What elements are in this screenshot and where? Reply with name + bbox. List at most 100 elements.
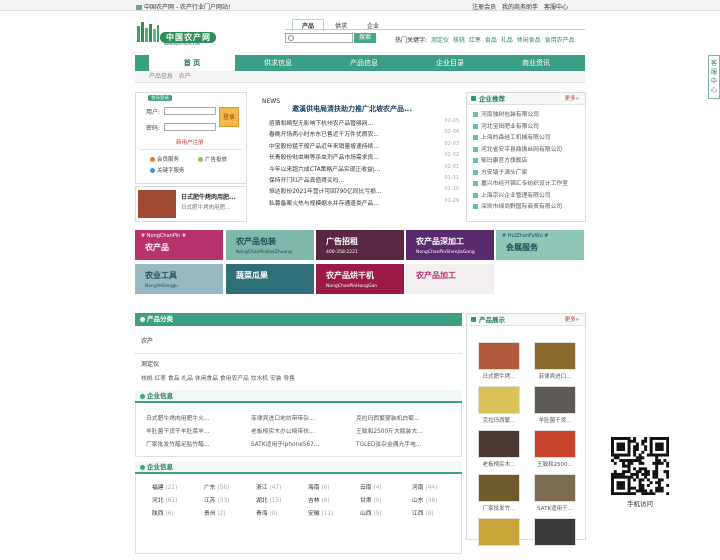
company-info-item[interactable]: 菲律宾进口地坊带带杂... — [251, 413, 315, 422]
product-card[interactable]: 羊肚菌干货... — [531, 386, 579, 428]
recommend-item[interactable]: 河北省安平县鼎振丝网有限公司 — [473, 144, 585, 156]
recommend-item[interactable]: 嘉兴市经开锦汇专纺织设计工作室 — [473, 178, 585, 190]
product-card[interactable]: 日式肥牛烤... — [475, 342, 523, 384]
hot-keyword[interactable]: 休闲食品 — [517, 37, 541, 44]
product-card[interactable]: 老板椅实木... — [475, 430, 523, 472]
region-item[interactable]: 江西 (9) — [412, 508, 434, 517]
recommend-item[interactable]: 河南独树包装有限公司 — [473, 109, 585, 121]
company-info-item[interactable]: 王致和2500斤大瓶装大... — [356, 426, 423, 435]
category-tile[interactable]: 农产品加工 — [406, 264, 494, 294]
region-item[interactable]: 浙江 (47) — [256, 482, 281, 491]
category-link[interactable]: 食品 — [168, 376, 180, 382]
featured-ad[interactable]: 日式肥牛烤肉用肥... 日式肥牛烤肉用肥... — [135, 186, 247, 222]
region-item[interactable]: 青海 (0) — [256, 508, 278, 517]
company-info-item[interactable]: 老板椅实木办公椅带扶... — [251, 426, 315, 435]
category-tile[interactable]: 广告招租 400-358-2221 — [316, 230, 404, 260]
news-headline[interactable]: 邀溪供电局清扶助力推广北坡农产品... — [292, 104, 412, 114]
search-input[interactable] — [285, 33, 353, 43]
region-item[interactable]: 云南 (4) — [360, 482, 382, 491]
company-info-item[interactable]: SATK适用于iphone567... — [251, 439, 319, 448]
news-item[interactable]: 今年以来超六成CTA策略产品实现正收益|... 02-01 — [269, 163, 459, 175]
product-card[interactable] — [475, 518, 523, 560]
category-tile[interactable]: 蔬菜瓜果 — [226, 264, 314, 294]
register-link[interactable]: 新用户注册 — [176, 138, 204, 146]
region-item[interactable]: 安徽 (11) — [308, 508, 333, 517]
product-card[interactable]: 王致和2500... — [531, 430, 579, 472]
recommend-item[interactable]: 上海的森硅工机械有限公司 — [473, 132, 585, 144]
category-link[interactable]: 食用农产品 — [220, 376, 249, 382]
nav-home[interactable]: 首 页 — [149, 54, 235, 72]
news-item[interactable]: 痘猜和畸型无影响下杭州农产品管够网... 02-05 — [269, 118, 459, 129]
news-item[interactable]: 保持开门红产品真值得买吗... 01-31 — [269, 174, 459, 186]
category-link[interactable]: 礼品 — [181, 376, 193, 382]
region-item[interactable]: 江苏 (33) — [204, 495, 229, 504]
company-info-item[interactable]: 克拉玛西繁婴装机白菊... — [356, 413, 420, 422]
region-item[interactable]: 贵州 (2) — [204, 508, 226, 517]
product-card[interactable] — [531, 518, 579, 560]
region-item[interactable]: 福建 (21) — [152, 482, 177, 491]
category-link[interactable]: 导售 — [283, 376, 295, 382]
ad-service-link[interactable]: 广告投放 — [198, 155, 227, 163]
news-item[interactable]: 春晚开场两小时东东已售近千万件优质农... 02-04 — [269, 129, 459, 140]
region-item[interactable]: 陕西 (6) — [152, 508, 174, 517]
category-link[interactable]: 安装 — [270, 376, 282, 382]
news-item[interactable]: 长青股份吡虫啉等杀虫剂产品市场需求良... 02-02 — [269, 152, 459, 163]
category-link[interactable]: 休闲食品 — [195, 376, 218, 382]
category-sub[interactable]: 测定仪 — [135, 354, 462, 368]
category-tile[interactable]: 农业工具 NongYeGongJu — [135, 264, 223, 294]
nav-products[interactable]: 产品信息 — [321, 55, 407, 71]
nav-supply[interactable]: 供求信息 — [235, 55, 321, 71]
category-link[interactable]: 核桃 — [141, 376, 153, 382]
more-link[interactable]: 更多» — [565, 314, 579, 326]
site-logo[interactable]: 中国农产网 www.agricchina.com — [136, 20, 218, 46]
hot-keyword[interactable]: 食品 — [485, 37, 497, 44]
company-info-item[interactable]: TGLED弦杂金偶光手电... — [356, 439, 422, 448]
product-card[interactable]: 厂家批发竹... — [475, 474, 523, 516]
category-tile[interactable]: 农产品烘干机 NongChanPinHongGan — [316, 264, 404, 294]
hot-keyword[interactable]: 食用农产品 — [545, 37, 575, 44]
more-link[interactable]: 更多» — [565, 93, 579, 105]
keyword-service-link[interactable]: 关键字服务 — [150, 166, 185, 174]
category-link[interactable]: 饮水机 — [251, 376, 268, 382]
region-item[interactable]: 海南 (0) — [308, 482, 330, 491]
region-item[interactable]: 河南 (44) — [412, 482, 437, 491]
news-item[interactable]: 恒达股份2021年营计可回790亿同比亏损... 01-30 — [269, 186, 459, 197]
region-item[interactable]: 吉林 (6) — [308, 495, 330, 504]
hot-keyword[interactable]: 核桃 — [453, 37, 465, 44]
news-item[interactable]: 中宝股份猛干般产品近年来销量增速持续... 02-03 — [269, 140, 459, 152]
recommend-item[interactable]: 方安镇子源头厂家 — [473, 167, 585, 179]
region-item[interactable]: 河北 (61) — [152, 495, 177, 504]
hot-keyword[interactable]: 测定仪 — [431, 37, 449, 44]
my-assistant-link[interactable]: 我的商务助手 — [502, 4, 538, 11]
category-tile[interactable]: # NongChanPin # 农产品 — [135, 230, 223, 260]
search-button[interactable]: 搜索 — [354, 33, 376, 43]
region-item[interactable]: 湖北 (15) — [256, 495, 281, 504]
category-top[interactable]: 农产 — [135, 326, 462, 354]
recommend-item[interactable]: 深圳市绿尚野国际商贸有限公司 — [473, 201, 585, 213]
register-link[interactable]: 注册会员 — [472, 4, 496, 11]
product-card[interactable]: SATK适用于... — [531, 474, 579, 516]
home-icon[interactable] — [136, 5, 142, 10]
product-card[interactable]: 菲律宾进口... — [531, 342, 579, 384]
nav-companies[interactable]: 企业目录 — [407, 55, 493, 71]
news-item[interactable]: 私募备案火热与规模缩水并存通道类产品... 01-29 — [269, 197, 459, 209]
category-tile[interactable]: # HuiZhanFuWu # 会展服务 — [496, 230, 584, 260]
nav-news[interactable]: 商业资讯 — [493, 55, 579, 71]
customer-service-tab[interactable]: 客服中心 — [708, 55, 720, 99]
region-item[interactable]: 甘肃 (0) — [360, 495, 382, 504]
recommend-item[interactable]: 郁玛康官方旗舰店 — [473, 155, 585, 167]
company-info-item[interactable]: 日式肥牛烤肉用肥牛火... — [146, 413, 210, 422]
company-info-item[interactable]: 厂家批发竹醋足贴竹醋... — [146, 439, 210, 448]
service-center-link[interactable]: 客服中心 — [544, 4, 568, 11]
member-service-link[interactable]: 会员服务 — [150, 155, 179, 163]
recommend-item[interactable]: 河北宝田肥业有限公司 — [473, 121, 585, 133]
password-input[interactable] — [164, 123, 216, 131]
product-card[interactable]: 克拉玛西繁... — [475, 386, 523, 428]
region-item[interactable]: 山西 (5) — [360, 508, 382, 517]
region-item[interactable]: 山东 (38) — [412, 495, 437, 504]
recommend-item[interactable]: 上海京兴企业管理有限公司 — [473, 190, 585, 202]
category-link[interactable]: 红枣 — [154, 376, 166, 382]
username-input[interactable] — [164, 107, 216, 115]
region-item[interactable]: 广东 (56) — [204, 482, 229, 491]
company-info-item[interactable]: 羊肚菌干货干羊肚菜羊... — [146, 426, 210, 435]
